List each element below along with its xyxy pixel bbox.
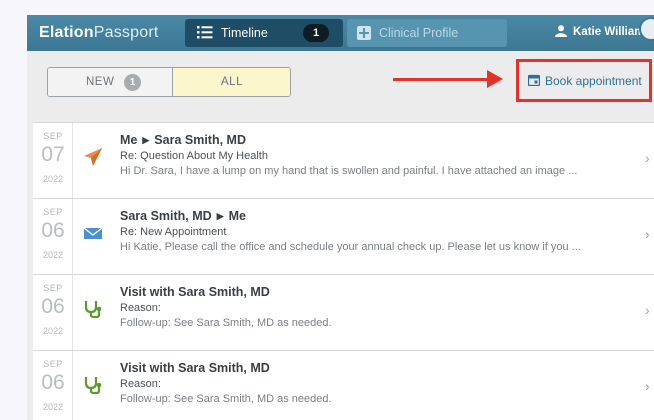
book-appointment-button[interactable]: Book appointment	[516, 59, 652, 102]
date-day: 06	[41, 371, 65, 394]
annotation-arrow-head	[487, 70, 503, 88]
recipient-name: Sara Smith, MD	[154, 133, 246, 147]
logo-light-text: Passport	[93, 24, 159, 41]
logo-bold-text: Elation	[39, 24, 94, 41]
date-year: 2022	[42, 402, 64, 412]
timeline-item[interactable]: SEP 07 2022 Me ▶ Sara Smith, MD Re: Questi…	[33, 122, 654, 199]
date-year: 2022	[42, 174, 64, 184]
date-day: 06	[41, 295, 65, 318]
annotation-arrow-shaft	[393, 78, 493, 81]
date-year: 2022	[42, 326, 64, 336]
timeline-item[interactable]: SEP 06 2022 Sara Smith, MD ▶ Me Re: New Ap…	[33, 198, 654, 275]
timeline-item[interactable]: SEP 06 2022 Visit with Sara Smith, MD Re…	[33, 350, 654, 420]
chevron-right-icon[interactable]: ›	[645, 226, 650, 242]
timeline-count-badge: 1	[303, 24, 329, 42]
list-icon	[197, 26, 213, 39]
stethoscope-icon	[84, 301, 102, 319]
date-month: SEP	[43, 359, 63, 369]
plus-box-icon	[357, 26, 371, 40]
book-appointment-label: Book appointment	[545, 74, 642, 88]
user-menu[interactable]: Katie William	[555, 25, 644, 38]
message-title: Sara Smith, MD ▶ Me	[120, 209, 246, 223]
date-column: SEP 06 2022	[33, 351, 73, 420]
visit-reason-label: Reason:	[120, 378, 161, 390]
sender-name: Sara Smith, MD	[120, 209, 212, 223]
chevron-right-icon[interactable]: ›	[645, 378, 650, 394]
message-title: Me ▶ Sara Smith, MD	[120, 133, 246, 147]
new-count-badge: 1	[124, 74, 141, 91]
date-day: 06	[41, 219, 65, 242]
date-month: SEP	[43, 131, 63, 141]
passport-window: ElationPassport Timeline 1 Clinical Prof…	[27, 15, 654, 420]
filter-all-label: ALL	[221, 76, 243, 88]
tab-timeline-label: Timeline	[221, 26, 268, 40]
date-month: SEP	[43, 207, 63, 217]
top-navigation-bar: ElationPassport Timeline 1 Clinical Prof…	[27, 15, 654, 51]
direction-arrow-icon: ▶	[142, 135, 150, 145]
elation-passport-logo[interactable]: ElationPassport	[39, 24, 159, 42]
visit-followup-text: Follow-up: See Sara Smith, MD as needed.	[120, 393, 332, 405]
calendar-icon	[528, 74, 540, 86]
message-preview: Hi Dr. Sara, I have a lump on my hand th…	[120, 165, 578, 177]
tab-timeline[interactable]: Timeline 1	[185, 19, 343, 47]
direction-arrow-icon: ▶	[216, 211, 224, 221]
message-subject: Re: Question About My Health	[120, 150, 268, 162]
filter-all-button[interactable]: ALL	[172, 68, 290, 96]
timeline-item[interactable]: SEP 06 2022 Visit with Sara Smith, MD Re…	[33, 274, 654, 351]
chevron-right-icon[interactable]: ›	[645, 302, 650, 318]
sender-name: Me	[120, 133, 138, 147]
recipient-name: Me	[228, 209, 246, 223]
tab-clinical-profile-label: Clinical Profile	[379, 26, 459, 40]
chevron-right-icon[interactable]: ›	[645, 150, 650, 166]
user-icon	[555, 25, 567, 37]
visit-reason-label: Reason:	[120, 302, 161, 314]
envelope-icon	[83, 227, 103, 239]
paper-plane-icon	[84, 148, 102, 166]
visit-title: Visit with Sara Smith, MD	[120, 285, 270, 299]
visit-followup-text: Follow-up: See Sara Smith, MD as needed.	[120, 317, 332, 329]
date-column: SEP 07 2022	[33, 123, 73, 199]
filter-new-button[interactable]: NEW 1	[48, 68, 172, 96]
date-column: SEP 06 2022	[33, 275, 73, 351]
date-column: SEP 06 2022	[33, 199, 73, 275]
message-preview: Hi Katie, Please call the office and sch…	[120, 241, 581, 253]
message-subject: Re: New Appointment	[120, 226, 227, 238]
timeline-list: SEP 07 2022 Me ▶ Sara Smith, MD Re: Questi…	[33, 122, 654, 420]
date-day: 07	[41, 143, 65, 166]
new-all-toggle: NEW 1 ALL	[47, 67, 291, 97]
filter-new-label: NEW	[86, 76, 115, 88]
date-month: SEP	[43, 283, 63, 293]
user-name: Katie William	[573, 26, 645, 38]
tab-clinical-profile[interactable]: Clinical Profile	[347, 19, 507, 47]
date-year: 2022	[42, 250, 64, 260]
visit-title: Visit with Sara Smith, MD	[120, 361, 270, 375]
stethoscope-icon	[84, 377, 102, 395]
